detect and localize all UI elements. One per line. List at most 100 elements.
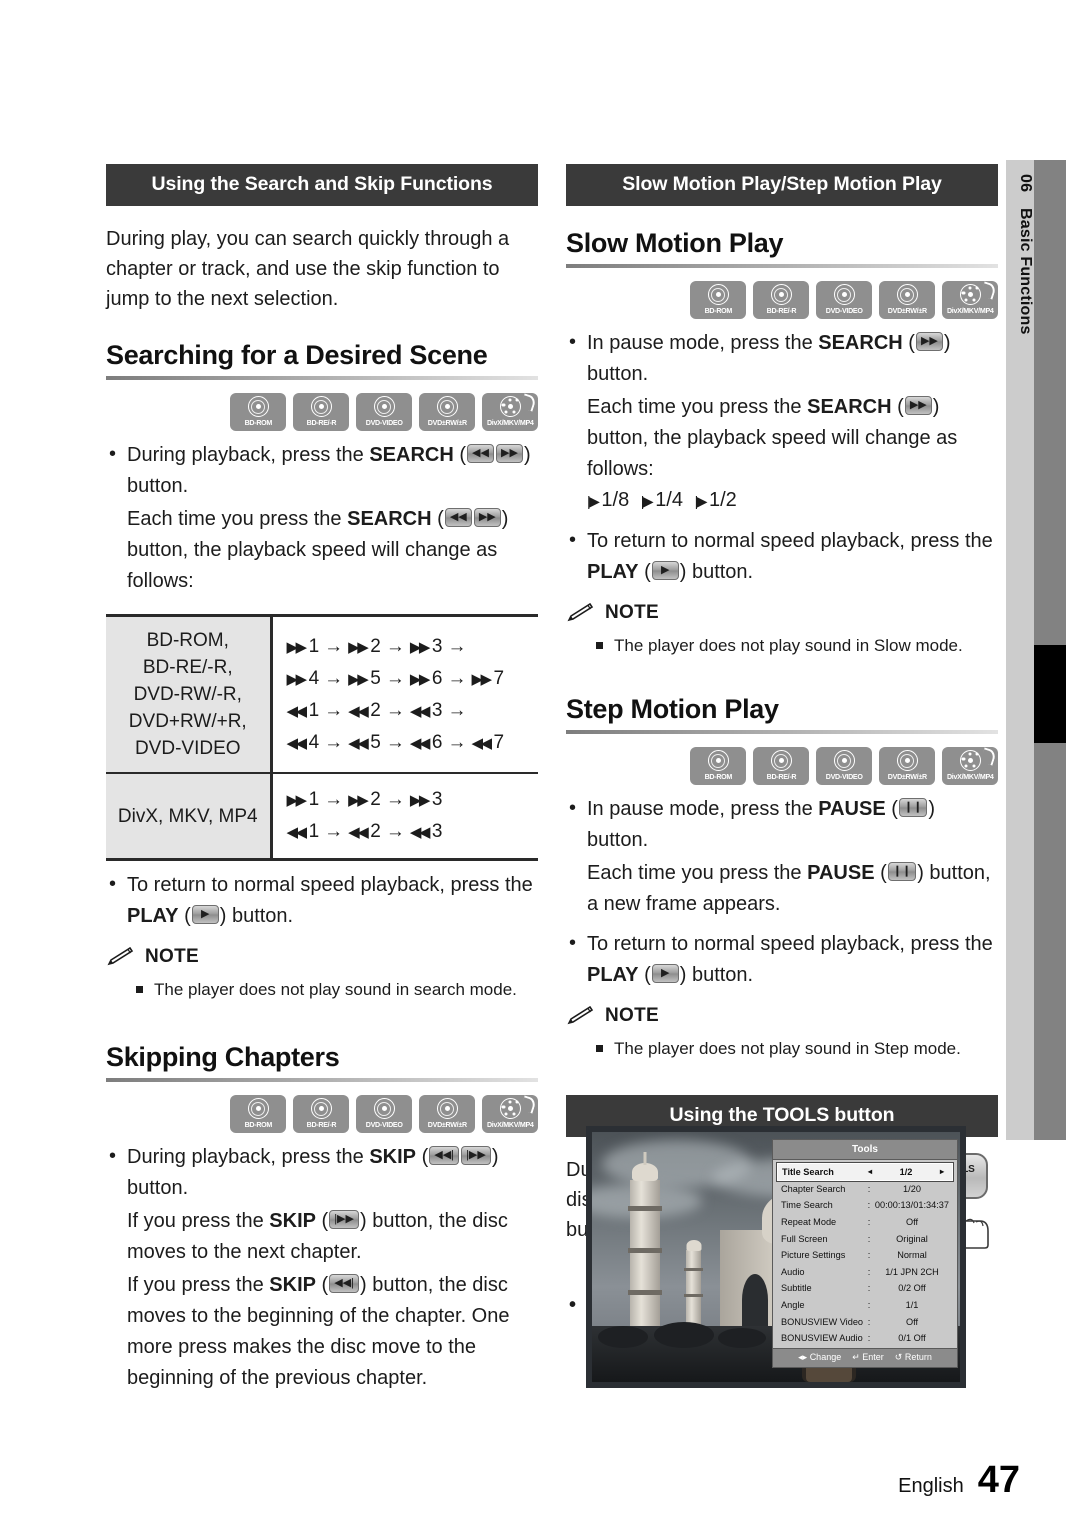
disc-glyph-icon — [436, 1098, 458, 1119]
osd-row-time-search[interactable]: Time Search : 00:00:13/01:34:37 — [777, 1197, 953, 1214]
disc-icon-bd-rom: BD-ROM — [230, 1095, 286, 1133]
osd-row-full-screen[interactable]: Full Screen : Original — [777, 1230, 953, 1247]
disc-glyph-icon — [373, 1098, 395, 1119]
skip-prev-key-icon: ◀◀| — [329, 1274, 359, 1294]
hint-return: ↺ Return — [895, 1352, 932, 1363]
playback-speed-table: BD-ROM, BD-RE/-R, DVD-RW/-R, DVD+RW/+R, … — [106, 614, 538, 861]
osd-row-value: Off — [905, 1316, 919, 1327]
osd-row-separator: : — [867, 1183, 871, 1194]
disc-glyph-icon — [310, 1098, 332, 1119]
osd-row-angle[interactable]: Angle : 1/1 — [777, 1297, 953, 1314]
disc-icon-bd-re-r: BD-RE/-R — [293, 1095, 349, 1133]
osd-row-separator: : — [867, 1333, 871, 1344]
osd-row-audio[interactable]: Audio : 1/1 JPN 2CH — [777, 1263, 953, 1280]
disc-icon-bd-re-r: BD-RE/-R — [753, 281, 809, 319]
disc-label: BD-ROM — [704, 772, 732, 781]
osd-row-bonusview-video[interactable]: BONUSVIEW Video : Off — [777, 1313, 953, 1330]
arch — [742, 1274, 768, 1326]
speed-line-forward-1: ▶▶ 1 → ▶▶ 2 → ▶▶ 3 → — [286, 635, 467, 657]
disc-glyph-icon — [896, 750, 918, 771]
osd-tools-menu: Tools Title Search ◂ 1/2 ▸ Chapter Searc… — [772, 1139, 958, 1368]
table-row: DivX, MKV, MP4 ▶▶ 1 → ▶▶ 2 → ▶▶ 3 ◀◀ 1 → ◀◀ 2 → ◀◀ 3 — [106, 772, 538, 860]
note-title: NOTE — [605, 602, 659, 623]
hint-label: Change — [809, 1352, 842, 1363]
film-tail-icon — [520, 393, 537, 412]
disc-glyph-icon — [247, 1098, 269, 1119]
disc-icon-dvd-video: DVD-VIDEO — [816, 281, 872, 319]
film-tail-icon — [520, 1095, 537, 1114]
slow-speed-value: 1/4 — [655, 489, 683, 511]
shrub — [654, 1322, 714, 1348]
speed-table-values: ▶▶ 1 → ▶▶ 2 → ▶▶ 3 → ▶▶ 4 → ▶▶ 5 → ▶▶ 6 → ▶▶ 7 ◀◀ 1 → ◀◀ 2 → ◀◀ 3… — [271, 616, 538, 774]
minaret-left — [628, 1152, 662, 1326]
film-reel-icon — [499, 1098, 521, 1119]
disc-label: DVD±RW/±R — [887, 306, 927, 315]
slow-speed-value: 1/2 — [708, 489, 737, 511]
osd-footer-hints: ◂▸ Change ↵ Enter ↺ Return — [773, 1348, 957, 1367]
disc-label: BD-RE/-R — [306, 418, 336, 427]
sub-skip-next: If you press the SKIP (|▶▶) button, the … — [127, 1210, 508, 1263]
osd-row-label: Picture Settings — [781, 1250, 846, 1261]
bullet-press-skip: During playback, press the SKIP (◀◀||▶▶)… — [106, 1141, 538, 1394]
disc-label: DVD±RW/±R — [427, 418, 467, 427]
disc-compat-row-search: BD-ROM BD-RE/-R DVD-VIDEO DVD±RW/±R DivX… — [106, 393, 538, 431]
skip-next-key-icon: |▶▶ — [461, 1146, 491, 1166]
disc-label: DVD±RW/±R — [887, 772, 927, 781]
sub-text: Each time you press the — [587, 396, 808, 418]
play-key-label: PLAY — [127, 905, 179, 927]
disc-glyph-icon — [436, 396, 458, 417]
disc-label: BD-ROM — [244, 418, 272, 427]
heading-rule — [566, 264, 998, 268]
search-key-label: SEARCH — [347, 508, 432, 530]
disc-label: DivX/MKV/MP4 — [486, 1120, 534, 1129]
play-key-label: PLAY — [587, 561, 639, 583]
disc-glyph-icon — [373, 396, 395, 417]
heading-rule — [106, 376, 538, 380]
minaret-dome — [632, 1163, 658, 1181]
sub-text: If you press the — [127, 1210, 270, 1232]
speed-table-values: ▶▶ 1 → ▶▶ 2 → ▶▶ 3 ◀◀ 1 → ◀◀ 2 → ◀◀ 3 — [271, 772, 538, 860]
hint-label: Return — [904, 1352, 932, 1363]
osd-row-value: 1/20 — [903, 1183, 921, 1194]
film-reel-icon — [959, 284, 981, 305]
osd-row-subtitle[interactable]: Subtitle : 0/2 Off — [777, 1280, 953, 1297]
osd-row-separator: : — [867, 1250, 871, 1261]
osd-row-separator: : — [867, 1233, 871, 1244]
film-reel-icon — [959, 750, 981, 771]
osd-row-title-search[interactable]: Title Search ◂ 1/2 ▸ — [776, 1161, 954, 1182]
pencil-icon — [567, 1006, 594, 1025]
osd-row-picture-settings[interactable]: Picture Settings : Normal — [777, 1247, 953, 1264]
osd-row-label: Title Search — [782, 1166, 834, 1177]
bullet-text: During playback, press the — [127, 444, 370, 466]
speed-line-reverse-1: ◀◀ 1 → ◀◀ 2 → ◀◀ 3 — [286, 821, 443, 842]
osd-row-repeat-mode[interactable]: Repeat Mode : Off — [777, 1214, 953, 1231]
heading-step-motion-play: Step Motion Play — [566, 694, 779, 724]
osd-row-label: BONUSVIEW Audio — [781, 1333, 863, 1344]
disc-icon-divx-mkv-mp4: DivX/MKV/MP4 — [482, 1095, 538, 1133]
forward-key-icon: ▶▶ — [496, 444, 524, 464]
osd-row-label: Time Search — [781, 1200, 833, 1211]
hint-change: ◂▸ Change — [798, 1352, 841, 1363]
minaret-dome — [686, 1240, 701, 1251]
disc-compat-row-step: BD-ROM BD-RE/-R DVD-VIDEO DVD±RW/±R DivX… — [566, 747, 998, 785]
osd-row-bonusview-audio[interactable]: BONUSVIEW Audio : 0/1 Off — [777, 1330, 953, 1347]
left-arrow-icon[interactable]: ◂ — [864, 1167, 876, 1176]
osd-row-value: Original — [896, 1233, 928, 1244]
film-tail-icon — [980, 747, 997, 766]
osd-row-chapter-search[interactable]: Chapter Search : 1/20 — [777, 1181, 953, 1198]
disc-label: DVD-VIDEO — [825, 772, 863, 781]
skip-next-key-icon: |▶▶ — [329, 1210, 359, 1230]
footer-language: English — [898, 1475, 964, 1497]
disc-icon-divx-mkv-mp4: DivX/MKV/MP4 — [942, 747, 998, 785]
right-arrow-icon[interactable]: ▸ — [936, 1167, 948, 1176]
bullet-text: During playback, press the — [127, 1146, 370, 1168]
bullet-text-tail: ) button. — [679, 561, 754, 583]
slow-speed-sequence: |▶ 1/8 |▶ 1/4 |▶ 1/2 — [587, 489, 737, 511]
osd-row-separator: : — [867, 1299, 871, 1310]
chapter-title: Basic Functions — [1017, 208, 1034, 335]
reel-dots — [961, 286, 979, 303]
disc-icon-dvd-rw-r: DVD±RW/±R — [419, 393, 475, 431]
left-column: Using the Search and Skip Functions Duri… — [106, 164, 538, 1394]
speed-table-disc-label: BD-ROM, BD-RE/-R, DVD-RW/-R, DVD+RW/+R, … — [106, 615, 273, 773]
note-item: The player does not play sound in Slow m… — [566, 634, 998, 658]
